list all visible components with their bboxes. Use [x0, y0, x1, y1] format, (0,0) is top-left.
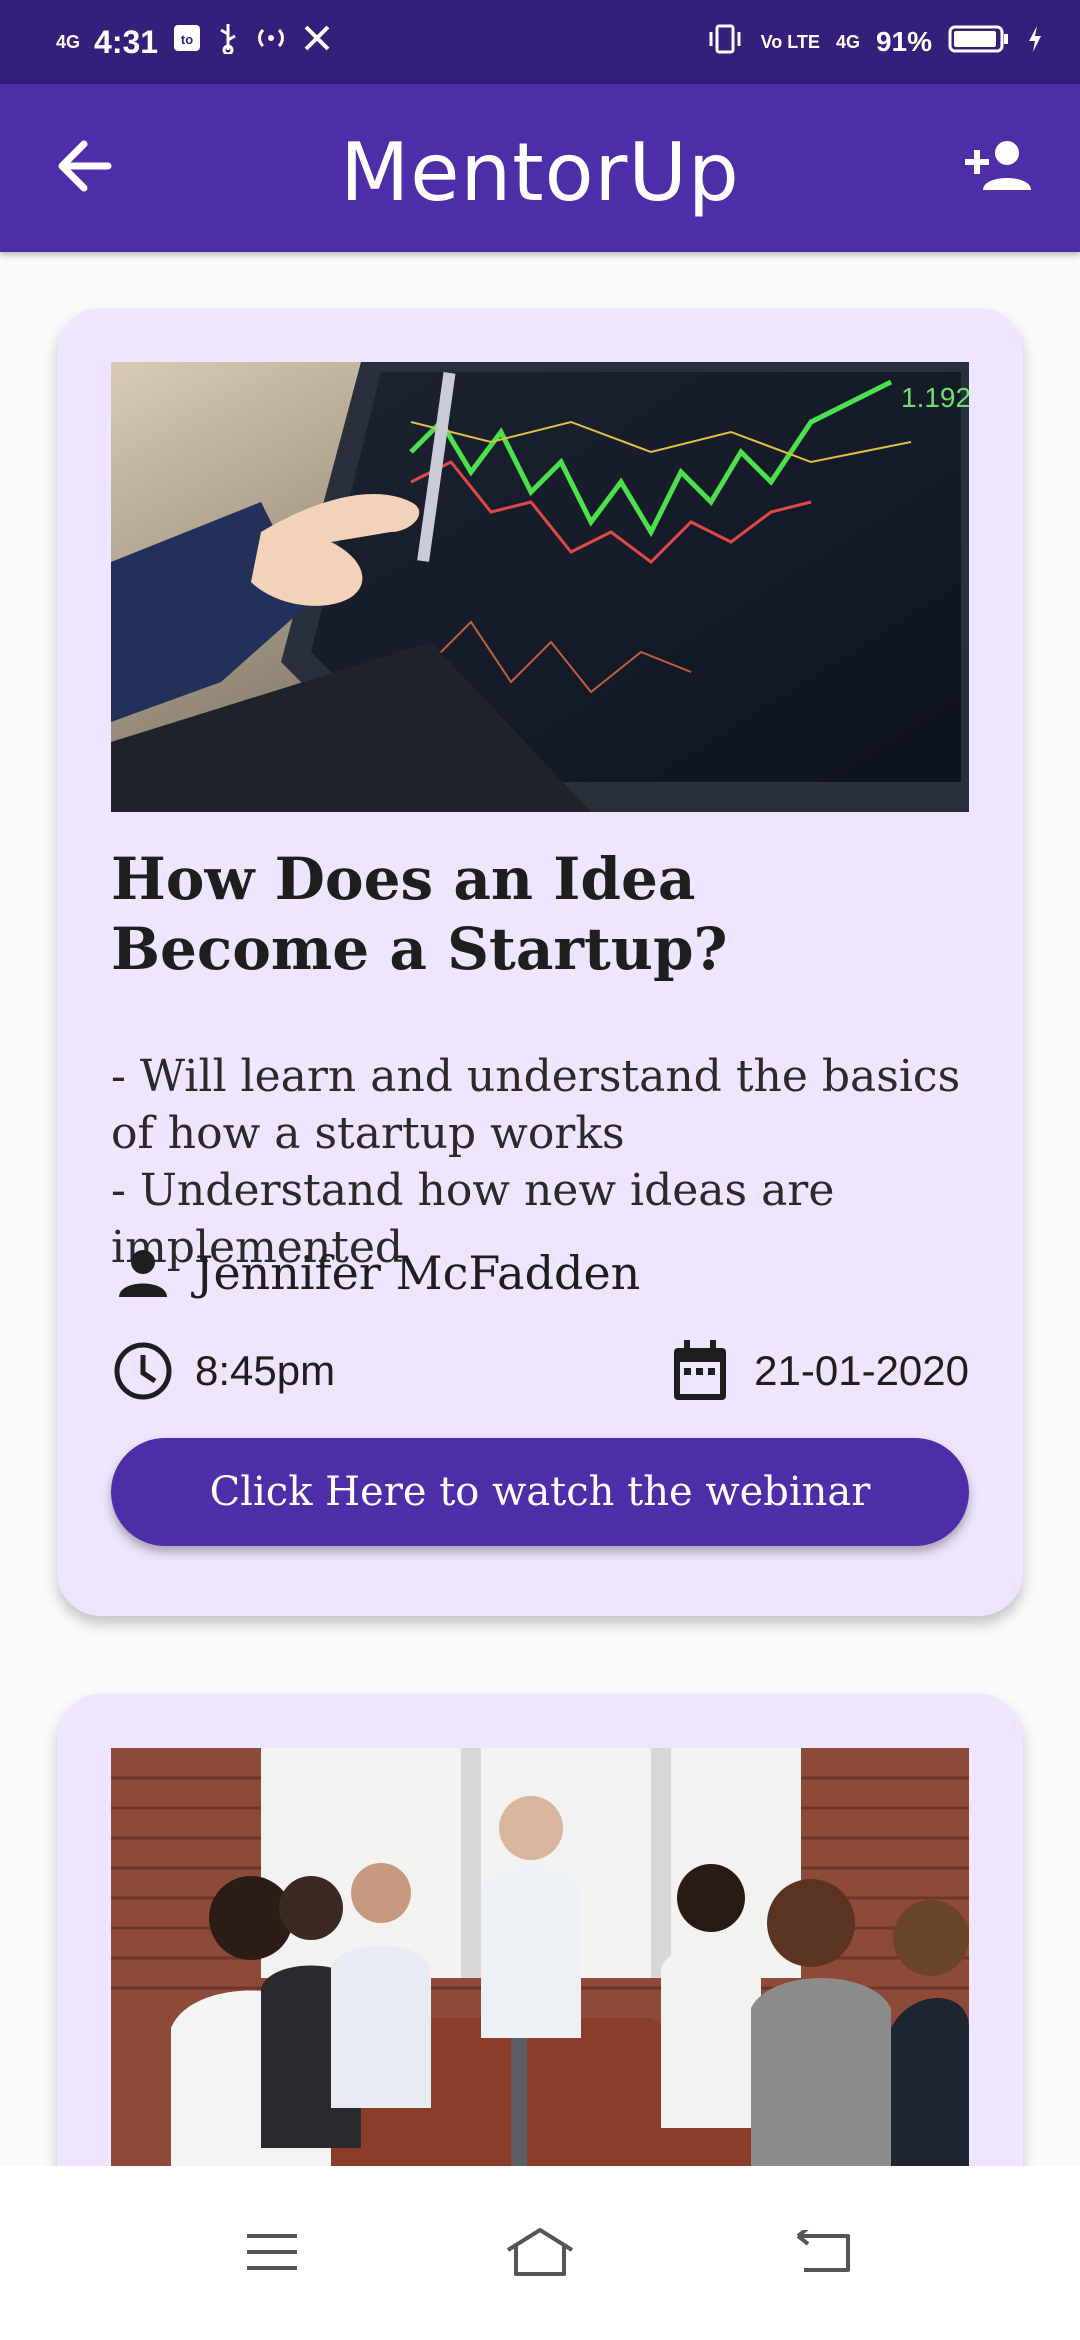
mentor-row: Jennifer McFadden: [111, 1238, 640, 1308]
hotspot-icon: [254, 23, 288, 61]
recent-apps-button[interactable]: [232, 2214, 312, 2294]
webinar-title: How Does an Idea Become a Startup?: [111, 845, 728, 983]
mentor-name: Jennifer McFadden: [195, 1246, 641, 1300]
back-icon: [794, 2226, 854, 2278]
home-icon: [504, 2226, 576, 2282]
clock-icon: [111, 1339, 175, 1403]
status-bar-right: Vo LTE 4G 91%: [705, 20, 1044, 64]
watch-webinar-button[interactable]: Click Here to watch the webinar: [111, 1438, 969, 1546]
system-nav-bar: [0, 2166, 1080, 2340]
system-back-button[interactable]: [784, 2214, 864, 2294]
status-bar-left: 4G 4:31 to: [56, 20, 332, 64]
status-bar: 4G 4:31 to Vo LTE 4G 91%: [0, 0, 1080, 84]
app-bar: MentorUp: [0, 84, 1080, 252]
network-type-right: 4G: [835, 31, 860, 52]
add-contact-button[interactable]: [954, 128, 1044, 208]
usb-icon: [216, 22, 240, 62]
menu-icon: [245, 2232, 299, 2276]
volte-indicator: Vo LTE: [760, 31, 820, 52]
svg-text:to: to: [181, 32, 193, 47]
tools-icon: [302, 23, 332, 61]
person-add-icon: [963, 138, 1035, 198]
webinar-image: 1.1924: [111, 362, 969, 812]
battery-icon: [948, 24, 1010, 61]
webinar-list[interactable]: 1.1924 How Does an Idea Become a Startup…: [0, 252, 1080, 2166]
vibrate-icon: [705, 24, 745, 61]
charging-icon: [1026, 24, 1044, 61]
time-row: 8:45pm: [111, 1336, 335, 1406]
webinar-card: [57, 1694, 1023, 2166]
notification-app-icon: to: [172, 23, 202, 61]
webinar-time: 8:45pm: [195, 1347, 336, 1394]
clock: 4:31: [94, 23, 159, 60]
person-icon: [111, 1241, 175, 1305]
home-button[interactable]: [500, 2214, 580, 2294]
webinar-image: [111, 1748, 969, 2166]
svg-text:1.1924: 1.1924: [901, 382, 969, 413]
calendar-icon: [670, 1339, 730, 1403]
network-type-left: 4G: [56, 31, 81, 52]
battery-percent: 91%: [875, 26, 932, 57]
webinar-date: 21-01-2020: [754, 1347, 969, 1394]
date-row: 21-01-2020: [670, 1336, 969, 1406]
app-title: MentorUp: [340, 126, 740, 219]
webinar-card: 1.1924 How Does an Idea Become a Startup…: [57, 308, 1023, 1616]
